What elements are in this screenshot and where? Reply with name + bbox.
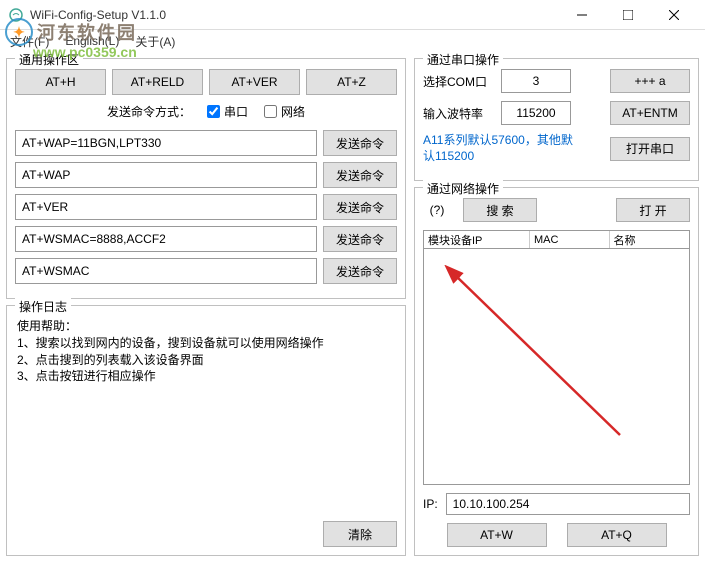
net-group: 通过网络操作 (?) 搜 索 打 开 模块设备IP MAC 名称 IP: AT+… <box>414 187 699 556</box>
baud-input[interactable] <box>501 101 571 125</box>
baud-label: 输入波特率 <box>423 105 493 122</box>
sendmode-label: 发送命令方式： <box>107 103 191 120</box>
clear-button[interactable]: 清除 <box>323 521 397 547</box>
log-title: 操作日志 <box>15 298 71 315</box>
com-label: 选择COM口 <box>423 73 493 90</box>
menu-file[interactable]: 文件(F) <box>10 33 49 50</box>
log-help-title: 使用帮助： <box>17 318 395 335</box>
open-serial-button[interactable]: 打开串口 <box>610 137 690 161</box>
cmd-input-2[interactable] <box>15 194 317 220</box>
close-button[interactable] <box>651 0 697 30</box>
log-group: 操作日志 使用帮助： 1、搜索以找到网内的设备，搜到设备就可以使用网络操作 2、… <box>6 305 406 556</box>
send-button-3[interactable]: 发送命令 <box>323 226 397 252</box>
serial-group: 通过串口操作 选择COM口 +++ a 输入波特率 AT+ENTM A11系列默… <box>414 58 699 181</box>
at-z-button[interactable]: AT+Z <box>306 69 397 95</box>
cmd-input-4[interactable] <box>15 258 317 284</box>
ops-group: 通用操作区 AT+H AT+RELD AT+VER AT+Z 发送命令方式： 串… <box>6 58 406 299</box>
net-checkbox[interactable]: 网络 <box>264 103 305 120</box>
search-button[interactable]: 搜 索 <box>463 198 537 222</box>
ip-label: IP: <box>423 497 438 511</box>
help-icon[interactable]: (?) <box>423 203 451 217</box>
com-input[interactable] <box>501 69 571 93</box>
ip-input[interactable] <box>446 493 690 515</box>
log-line: 3、点击按钮进行相应操作 <box>17 368 395 385</box>
log-area: 使用帮助： 1、搜索以找到网内的设备，搜到设备就可以使用网络操作 2、点击搜到的… <box>15 316 397 517</box>
plus-a-button[interactable]: +++ a <box>610 69 690 93</box>
serial-checkbox[interactable]: 串口 <box>207 103 248 120</box>
device-list[interactable]: 模块设备IP MAC 名称 <box>423 230 690 485</box>
window-title: WiFi-Config-Setup V1.1.0 <box>30 8 559 22</box>
cmd-input-3[interactable] <box>15 226 317 252</box>
at-h-button[interactable]: AT+H <box>15 69 106 95</box>
send-button-1[interactable]: 发送命令 <box>323 162 397 188</box>
send-button-0[interactable]: 发送命令 <box>323 130 397 156</box>
cmd-input-1[interactable] <box>15 162 317 188</box>
col-mac: MAC <box>530 231 610 248</box>
cmd-input-0[interactable] <box>15 130 317 156</box>
log-line: 1、搜索以找到网内的设备，搜到设备就可以使用网络操作 <box>17 335 395 352</box>
ops-title: 通用操作区 <box>15 51 83 68</box>
send-button-4[interactable]: 发送命令 <box>323 258 397 284</box>
at-w-button[interactable]: AT+W <box>447 523 547 547</box>
col-ip: 模块设备IP <box>424 231 530 248</box>
at-q-button[interactable]: AT+Q <box>567 523 667 547</box>
minimize-button[interactable] <box>559 0 605 30</box>
titlebar: WiFi-Config-Setup V1.1.0 <box>0 0 705 30</box>
maximize-button[interactable] <box>605 0 651 30</box>
send-button-2[interactable]: 发送命令 <box>323 194 397 220</box>
open-button[interactable]: 打 开 <box>616 198 690 222</box>
serial-title: 通过串口操作 <box>423 51 503 68</box>
menubar: 文件(F) English(L) 关于(A) <box>0 30 705 52</box>
at-ver-button[interactable]: AT+VER <box>209 69 300 95</box>
log-line: 2、点击搜到的列表载入该设备界面 <box>17 352 395 369</box>
col-name: 名称 <box>610 231 690 248</box>
serial-note: A11系列默认57600，其他默认115200 <box>423 133 573 164</box>
at-reld-button[interactable]: AT+RELD <box>112 69 203 95</box>
app-icon <box>8 7 24 23</box>
menu-language[interactable]: English(L) <box>65 34 119 48</box>
at-entm-button[interactable]: AT+ENTM <box>610 101 690 125</box>
net-title: 通过网络操作 <box>423 180 503 197</box>
menu-about[interactable]: 关于(A) <box>135 33 175 50</box>
